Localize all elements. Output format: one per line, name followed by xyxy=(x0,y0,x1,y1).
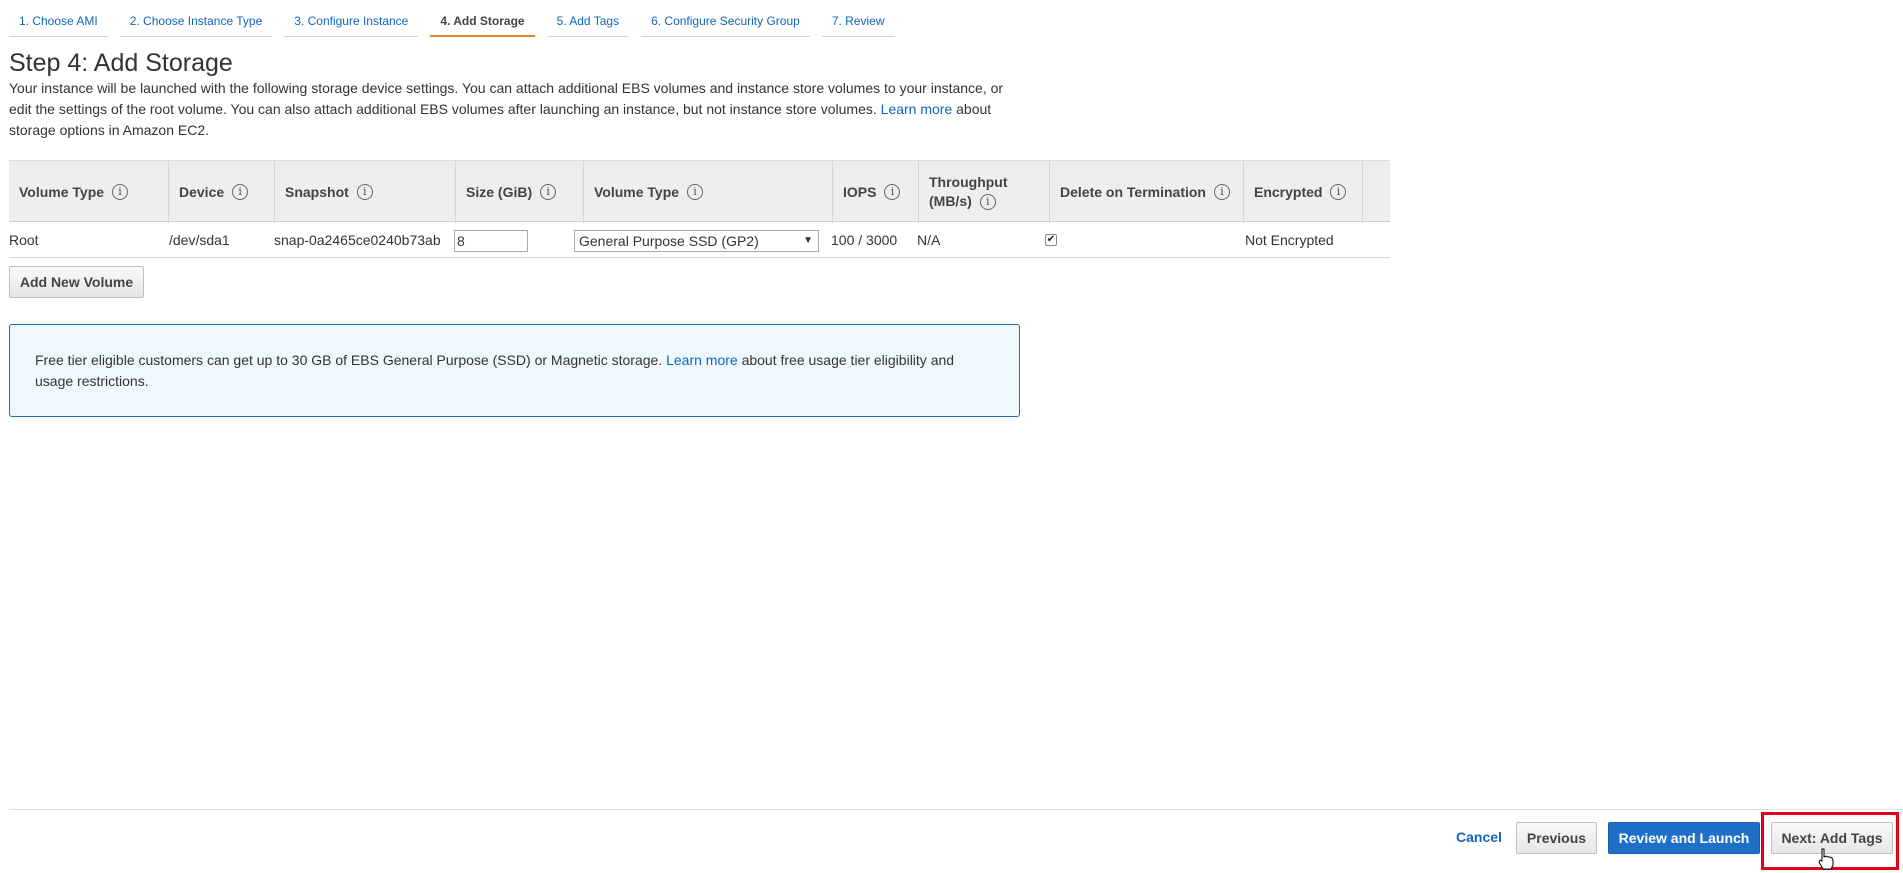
table-header: Volume Type i Device i Snapshot i Size (… xyxy=(9,160,1390,223)
header-label: IOPS xyxy=(843,184,877,200)
header-label: Snapshot xyxy=(285,184,349,200)
header-label: Volume Type xyxy=(19,184,105,200)
tab-choose-ami[interactable]: 1. Choose AMI xyxy=(9,8,108,37)
learn-more-free-tier-link[interactable]: Learn more xyxy=(666,352,738,368)
table-row: Root /dev/sda1 snap-0a2465ce0240b73ab Ge… xyxy=(9,222,1390,258)
header-label: Size (GiB) xyxy=(466,184,533,200)
tab-add-tags[interactable]: 5. Add Tags xyxy=(546,8,630,37)
info-icon[interactable]: i xyxy=(1330,184,1347,200)
cell-volume-type: Root xyxy=(9,232,39,248)
info-icon[interactable]: i xyxy=(540,184,557,200)
header-device: Device i xyxy=(169,161,275,223)
delete-on-termination-checkbox[interactable]: ✔ xyxy=(1045,234,1057,246)
learn-more-storage-link[interactable]: Learn more xyxy=(881,101,953,117)
notice-text: Free tier eligible customers can get up … xyxy=(35,352,663,368)
cancel-link[interactable]: Cancel xyxy=(1456,825,1502,849)
header-label-unit: (MB/s) xyxy=(929,193,972,209)
header-iops: IOPS i xyxy=(833,161,919,223)
header-label: Delete on Termination xyxy=(1060,184,1206,200)
header-size: Size (GiB) i xyxy=(456,161,584,223)
size-input[interactable] xyxy=(454,230,528,252)
storage-table: Volume Type i Device i Snapshot i Size (… xyxy=(9,160,1390,258)
header-label: Device xyxy=(179,184,225,200)
volume-type-select[interactable]: General Purpose SSD (GP2) ▼ xyxy=(574,230,819,252)
tab-review[interactable]: 7. Review xyxy=(821,8,895,37)
cell-snapshot: snap-0a2465ce0240b73ab xyxy=(274,232,441,248)
header-delete-on-termination: Delete on Termination i xyxy=(1050,161,1244,223)
review-and-launch-button[interactable]: Review and Launch xyxy=(1608,822,1760,854)
info-icon[interactable]: i xyxy=(112,184,129,200)
volume-type-selected: General Purpose SSD (GP2) xyxy=(579,233,759,249)
add-new-volume-button[interactable]: Add New Volume xyxy=(9,266,144,298)
page-title: Step 4: Add Storage xyxy=(9,49,233,77)
tab-choose-instance-type[interactable]: 2. Choose Instance Type xyxy=(119,8,273,37)
cell-encrypted: Not Encrypted xyxy=(1245,232,1334,248)
info-icon[interactable]: i xyxy=(1213,184,1230,200)
tab-configure-security-group[interactable]: 6. Configure Security Group xyxy=(641,8,810,37)
tab-add-storage[interactable]: 4. Add Storage xyxy=(430,8,535,37)
info-icon[interactable]: i xyxy=(979,194,996,211)
hand-cursor-icon xyxy=(1818,848,1834,870)
wizard-tabs: 1. Choose AMI 2. Choose Instance Type 3.… xyxy=(9,8,907,37)
header-volume-type-2: Volume Type i xyxy=(584,161,833,223)
info-icon[interactable]: i xyxy=(356,184,373,200)
header-label: Throughput xyxy=(929,174,1008,190)
free-tier-notice: Free tier eligible customers can get up … xyxy=(9,324,1020,417)
footer-divider xyxy=(9,809,1903,810)
chevron-down-icon: ▼ xyxy=(803,235,813,246)
cell-iops: 100 / 3000 xyxy=(831,232,898,248)
header-label: Encrypted xyxy=(1254,184,1323,200)
info-icon[interactable]: i xyxy=(884,184,901,200)
header-snapshot: Snapshot i xyxy=(275,161,456,223)
page-description: Your instance will be launched with the … xyxy=(9,78,1009,141)
description-text: Your instance will be launched with the … xyxy=(9,80,1004,117)
cell-throughput: N/A xyxy=(917,232,941,248)
cell-device: /dev/sda1 xyxy=(169,232,230,248)
header-label: Volume Type xyxy=(594,184,680,200)
header-encrypted: Encrypted i xyxy=(1244,161,1363,223)
previous-button[interactable]: Previous xyxy=(1516,822,1597,854)
tab-configure-instance[interactable]: 3. Configure Instance xyxy=(284,8,419,37)
header-volume-type: Volume Type i xyxy=(9,161,169,223)
info-icon[interactable]: i xyxy=(687,184,704,200)
info-icon[interactable]: i xyxy=(232,184,249,200)
header-throughput: Throughput (MB/s) i xyxy=(919,161,1050,223)
